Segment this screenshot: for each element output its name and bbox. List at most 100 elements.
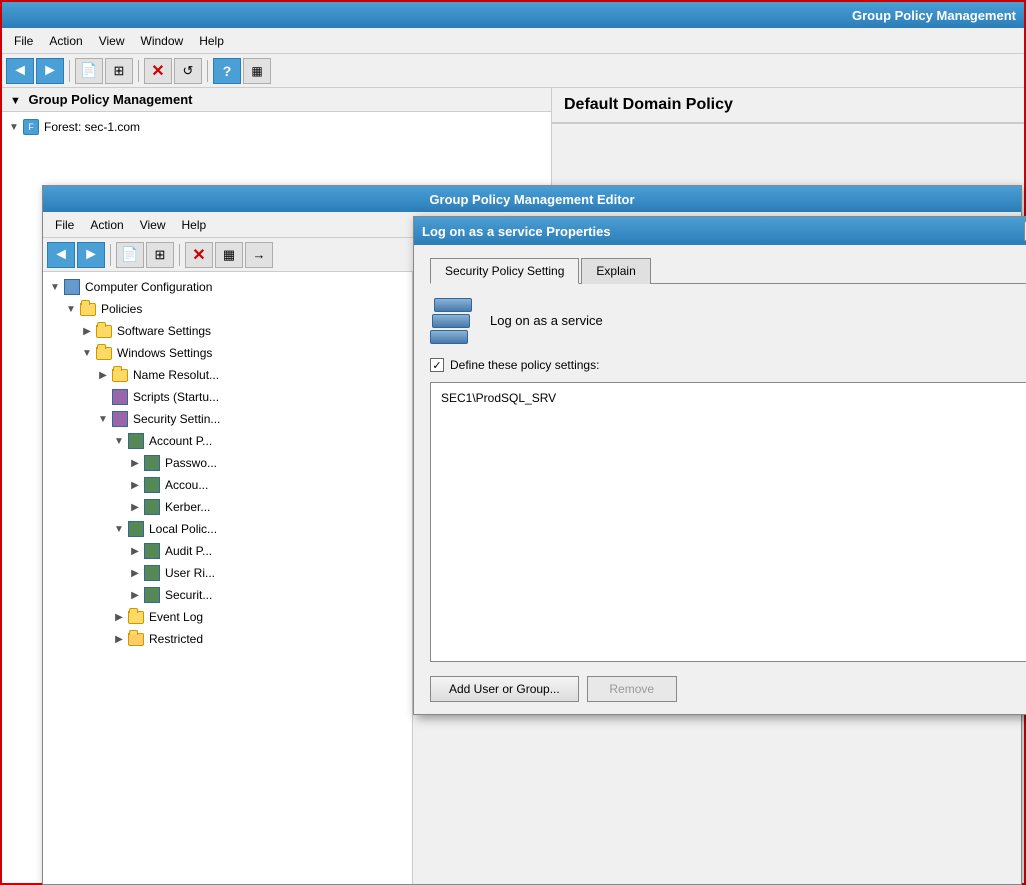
policy-name-text: Log on as a service [490,313,603,328]
refresh-button[interactable]: ↺ [174,58,202,84]
tree-kerberos[interactable]: ▶ Kerber... [43,496,412,518]
tab-security-policy[interactable]: Security Policy Setting [430,258,579,284]
server-box-2 [432,314,470,328]
inner-title: Group Policy Management Editor [429,192,634,207]
expander-restricted: ▶ [111,634,127,645]
define-checkbox-row: ✓ Define these policy settings: [430,358,1026,372]
inner-menu-action[interactable]: Action [82,216,131,234]
tree-event-log[interactable]: ▶ Event Log [43,606,412,628]
policy-name-row: Log on as a service [430,296,1026,344]
tree-user-rights[interactable]: ▶ User Ri... [43,562,412,584]
outer-toolbar: ◄ ► 📄 ⊞ ✕ ↺ ? ▦ [2,54,1024,88]
expander-local-policies: ▼ [111,524,127,535]
event-log-icon [127,608,145,626]
expander-security-options: ▶ [127,590,143,601]
event-log-label: Event Log [149,610,203,624]
user-rights-label: User Ri... [165,566,215,580]
inner-properties-button[interactable]: → [245,242,273,268]
inner-delete-button[interactable]: ✕ [185,242,213,268]
dialog-body: Security Policy Setting Explain Log on a… [414,245,1026,714]
dialog-title: Log on as a service Properties [422,224,611,239]
policy-icon-large [430,296,478,344]
user-rights-icon [143,564,161,582]
local-policies-label: Local Polic... [149,522,217,536]
tree-local-policies[interactable]: ▼ Local Polic... [43,518,412,540]
tree-windows-settings[interactable]: ▼ Windows Settings [43,342,412,364]
tree-security-options[interactable]: ▶ Securit... [43,584,412,606]
dialog-titlebar: Log on as a service Properties ? [414,217,1026,245]
tree-account-policies[interactable]: ▼ Account P... [43,430,412,452]
define-checkbox[interactable]: ✓ [430,358,444,372]
new-button[interactable]: 📄 [75,58,103,84]
menu-action[interactable]: Action [41,32,90,50]
computer-config-icon [63,278,81,296]
tab-bar: Security Policy Setting Explain [430,257,1026,284]
inner-sep-2 [179,244,180,266]
windows-settings-icon [95,344,113,362]
expander-audit: ▶ [127,546,143,557]
windows-settings-label: Windows Settings [117,346,212,360]
inner-back-button[interactable]: ◄ [47,242,75,268]
menu-file[interactable]: File [6,32,41,50]
delete-button[interactable]: ✕ [144,58,172,84]
security-settings-icon [111,410,129,428]
policies-icon [79,300,97,318]
right-panel-header: Default Domain Policy [552,88,1024,124]
help-button[interactable]: ? [213,58,241,84]
account-label: Accou... [165,478,208,492]
inner-menu-help[interactable]: Help [174,216,215,234]
tree-software-settings[interactable]: ▶ Software Settings [43,320,412,342]
back-button[interactable]: ◄ [6,58,34,84]
password-label: Passwo... [165,456,217,470]
inner-forward-button[interactable]: ► [77,242,105,268]
kerberos-label: Kerber... [165,500,210,514]
inner-window: Group Policy Management Editor File Acti… [42,185,1022,885]
expander-account-policies: ▼ [111,436,127,447]
properties-button[interactable]: ▦ [243,58,271,84]
toolbar-separator-2 [138,60,139,82]
expander-user-rights: ▶ [127,568,143,579]
show-hide-button[interactable]: ⊞ [105,58,133,84]
forward-button[interactable]: ► [36,58,64,84]
inner-menu-file[interactable]: File [47,216,82,234]
inner-tree-panel[interactable]: ▼ Computer Configuration ▼ Policies ▶ [43,272,413,884]
tree-password[interactable]: ▶ Passwo... [43,452,412,474]
name-resolution-label: Name Resolut... [133,368,219,382]
expander-cc: ▼ [47,282,63,293]
expander-software: ▶ [79,326,95,337]
tree-scripts[interactable]: Scripts (Startu... [43,386,412,408]
expander-nameresol: ▶ [95,370,111,381]
tree-account[interactable]: ▶ Accou... [43,474,412,496]
inner-sep-1 [110,244,111,266]
tree-name-resolution[interactable]: ▶ Name Resolut... [43,364,412,386]
kerberos-icon [143,498,161,516]
dialog-buttons: Add User or Group... Remove [430,676,1026,702]
menu-help[interactable]: Help [191,32,232,50]
local-policies-icon [127,520,145,538]
define-checkbox-label: Define these policy settings: [450,358,599,372]
inner-new-button[interactable]: 📄 [116,242,144,268]
inner-titlebar: Group Policy Management Editor [43,186,1021,212]
right-panel-title: Default Domain Policy [564,96,1012,114]
menu-window[interactable]: Window [133,32,192,50]
menu-view[interactable]: View [91,32,133,50]
expander-root: ▼ [6,122,22,133]
inner-menu-view[interactable]: View [132,216,174,234]
expander-password: ▶ [127,458,143,469]
tree-security-settings[interactable]: ▼ Security Settin... [43,408,412,430]
server-stack-icon [430,296,478,344]
tree-audit[interactable]: ▶ Audit P... [43,540,412,562]
inner-show-hide-button[interactable]: ⊞ [146,242,174,268]
security-options-label: Securit... [165,588,212,602]
tree-computer-config[interactable]: ▼ Computer Configuration [43,276,412,298]
list-item[interactable]: SEC1\ProdSQL_SRV [437,389,1026,407]
scripts-icon [111,388,129,406]
remove-button[interactable]: Remove [587,676,677,702]
members-list[interactable]: SEC1\ProdSQL_SRV [430,382,1026,662]
add-user-group-button[interactable]: Add User or Group... [430,676,579,702]
tree-item-root[interactable]: ▼ F Forest: sec-1.com [2,116,551,138]
tree-restricted[interactable]: ▶ Restricted [43,628,412,650]
tree-policies[interactable]: ▼ Policies [43,298,412,320]
tab-explain[interactable]: Explain [581,258,650,284]
inner-export-button[interactable]: ▦ [215,242,243,268]
